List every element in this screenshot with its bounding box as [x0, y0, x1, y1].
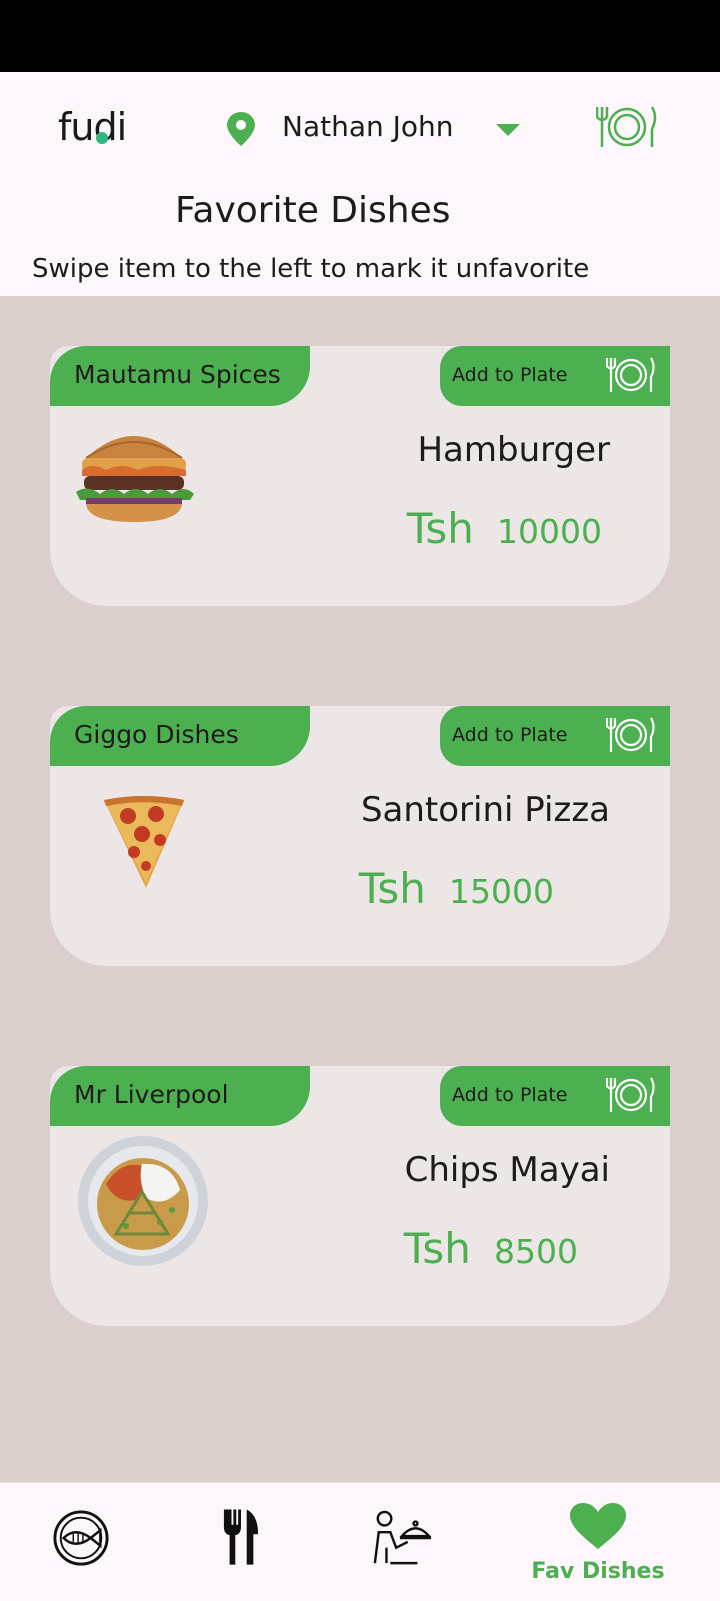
status-bar — [0, 0, 720, 72]
logo-dot — [96, 132, 108, 144]
dish-name: Hamburger — [417, 430, 610, 470]
add-to-plate-label: Add to Plate — [452, 1084, 568, 1106]
add-to-plate-button[interactable]: Add to Plate — [440, 1066, 670, 1126]
nav-item-menu[interactable] — [36, 1483, 126, 1601]
fork-knife-icon — [223, 1509, 259, 1565]
dish-name: Santorini Pizza — [360, 790, 610, 830]
plate-cutlery-icon — [606, 717, 655, 752]
triangle-down-icon[interactable] — [494, 122, 522, 138]
price-amount: 15000 — [449, 872, 554, 911]
add-to-plate-label: Add to Plate — [452, 724, 568, 746]
dish-price: Tsh 15000 — [359, 864, 554, 913]
dish-price: Tsh 8500 — [404, 1224, 578, 1273]
nav-item-order[interactable] — [356, 1483, 446, 1601]
waiter-icon — [373, 1510, 432, 1565]
logo-text: fudi — [58, 105, 127, 149]
restaurant-name: Mr Liverpool — [74, 1080, 229, 1109]
plate-cutlery-icon[interactable] — [596, 105, 658, 149]
restaurant-name: Mautamu Spices — [74, 360, 281, 389]
pizza-slice-image — [104, 796, 184, 888]
dish-name: Chips Mayai — [404, 1150, 610, 1190]
swipe-hint: Swipe item to the left to mark it unfavo… — [32, 254, 590, 284]
favorite-card[interactable]: Mr Liverpool Add to Plate Chips Mayai Ts… — [50, 1066, 670, 1326]
plate-cutlery-icon — [606, 1077, 655, 1112]
nav-item-fav-dishes[interactable]: Fav Dishes — [528, 1483, 668, 1601]
restaurant-tab: Mautamu Spices — [50, 346, 310, 406]
add-to-plate-button[interactable]: Add to Plate — [440, 346, 670, 406]
price-amount: 10000 — [497, 512, 602, 551]
chips-mayai-image — [78, 1136, 208, 1266]
fish-plate-icon — [53, 1510, 109, 1566]
favorite-card[interactable]: Giggo Dishes Add to Plate Santorini Pizz… — [50, 706, 670, 966]
add-to-plate-label: Add to Plate — [452, 364, 568, 386]
price-currency: Tsh — [406, 504, 474, 553]
page-title: Favorite Dishes — [175, 190, 451, 231]
nav-item-restaurants[interactable] — [200, 1483, 280, 1601]
price-currency: Tsh — [403, 1224, 471, 1273]
add-to-plate-button[interactable]: Add to Plate — [440, 706, 670, 766]
price-amount: 8500 — [494, 1232, 578, 1271]
bottom-nav: Fav Dishes — [0, 1482, 720, 1601]
restaurant-tab: Giggo Dishes — [50, 706, 310, 766]
dish-price: Tsh 10000 — [407, 504, 602, 553]
restaurant-tab: Mr Liverpool — [50, 1066, 310, 1126]
heart-icon — [570, 1503, 626, 1549]
favorite-card[interactable]: Mautamu Spices Add to Plate Hamburger Ts… — [50, 346, 670, 606]
plate-cutlery-icon — [606, 357, 655, 392]
restaurant-name: Giggo Dishes — [74, 720, 239, 749]
user-name[interactable]: Nathan John — [282, 110, 454, 143]
price-currency: Tsh — [358, 864, 426, 913]
nav-label-fav-dishes: Fav Dishes — [531, 1559, 665, 1584]
location-pin-icon[interactable] — [224, 110, 258, 148]
hamburger-image — [76, 436, 194, 522]
app-logo: fudi — [58, 105, 127, 149]
